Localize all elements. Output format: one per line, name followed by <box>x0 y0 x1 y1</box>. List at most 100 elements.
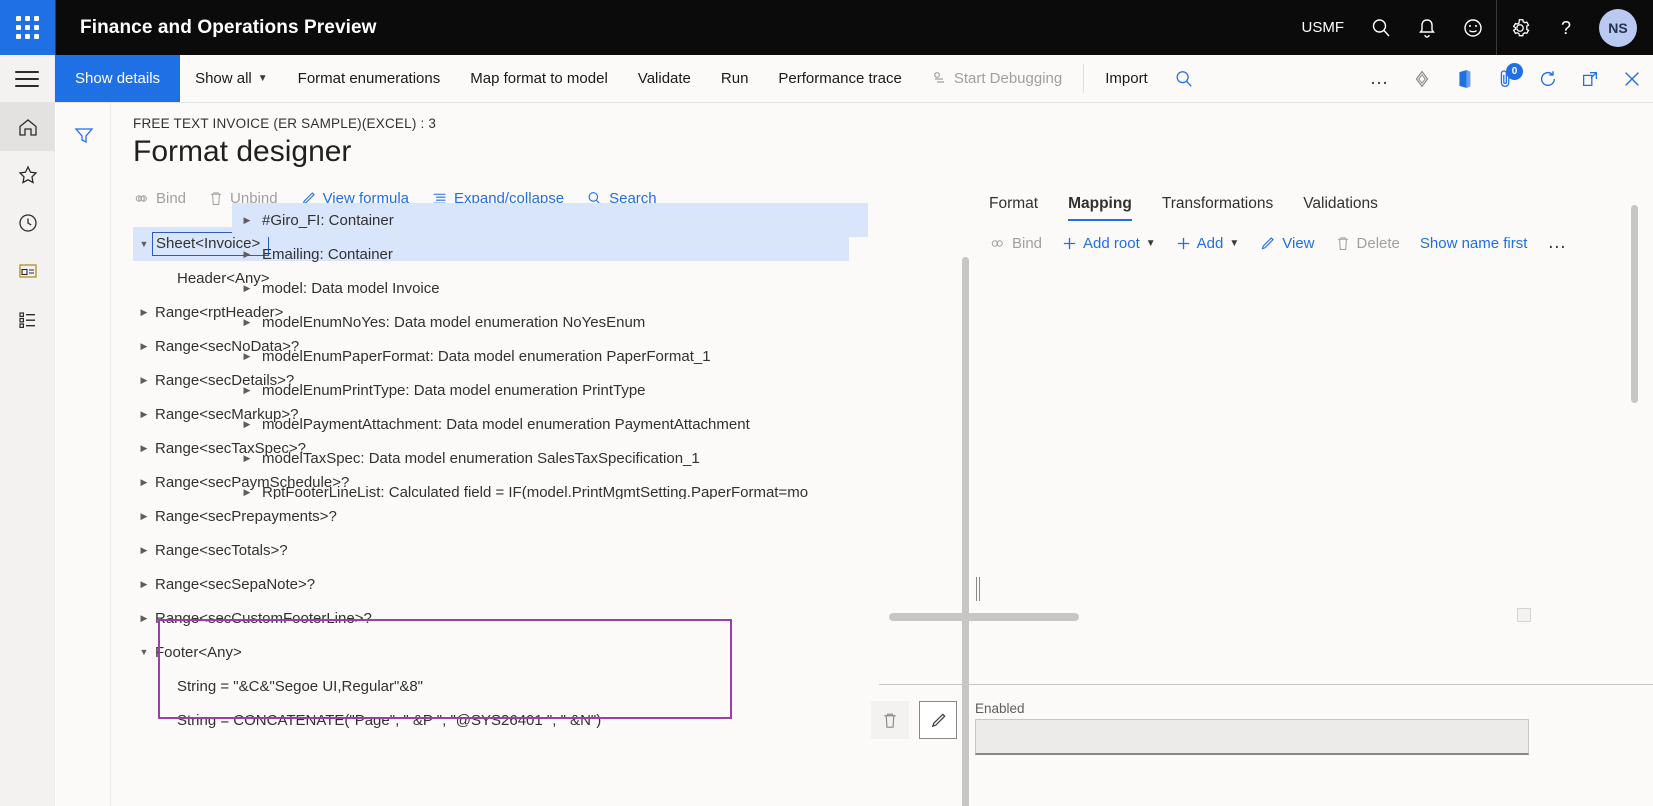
mapping-data-sources-list[interactable]: ▶ #Giro_FI: Container ▶ Emailing: Contai… <box>232 203 868 499</box>
chevron-down-icon: ▼ <box>1145 237 1156 249</box>
open-in-new-window-icon[interactable] <box>1569 55 1611 102</box>
mapping-bind-label: Bind <box>1012 234 1043 252</box>
notifications-bell-icon[interactable] <box>1404 0 1450 55</box>
show-name-first-button[interactable]: Show name first <box>1420 235 1528 252</box>
chevron-collapsed-icon[interactable]: ▶ <box>133 409 155 420</box>
tree-row[interactable]: String = CONCATENATE("Page", " &P ", "@S… <box>133 703 849 737</box>
edit-pencil-icon[interactable] <box>919 701 957 739</box>
navigation-menu-icon[interactable] <box>0 55 55 102</box>
scrollbar-thumb[interactable] <box>889 613 1079 621</box>
office-app-icon[interactable] <box>1443 55 1485 102</box>
chevron-collapsed-icon[interactable]: ▶ <box>133 545 155 556</box>
chevron-collapsed-icon[interactable]: ▶ <box>133 443 155 454</box>
view-button[interactable]: View <box>1259 235 1315 252</box>
add-button[interactable]: Add ▼ <box>1176 234 1239 252</box>
trash-icon <box>1337 236 1348 250</box>
mapping-overflow-menu-icon[interactable]: … <box>1547 232 1568 254</box>
hamburger-bars <box>15 66 39 92</box>
overflow-menu-icon[interactable]: … <box>1359 55 1401 102</box>
list-item[interactable]: ▶ model: Data model Invoice <box>232 271 868 305</box>
list-item[interactable]: ▶ modelTaxSpec: Data model enumeration S… <box>232 441 868 475</box>
list-item[interactable]: ▶ #Giro_FI: Container <box>232 203 868 237</box>
page-content: FREE TEXT INVOICE (ER SAMPLE)(EXCEL) : 3… <box>111 103 1653 806</box>
mapping-tabs: Format Mapping Transformations Validatio… <box>876 177 1653 221</box>
enabled-field[interactable] <box>975 719 1529 755</box>
settings-gear-icon[interactable] <box>1497 0 1543 55</box>
tree-row[interactable]: ▶ Range<secTotals>? <box>133 533 849 567</box>
chevron-collapsed-icon[interactable]: ▶ <box>133 375 155 386</box>
avatar[interactable]: NS <box>1599 8 1637 47</box>
scrollbar-thumb[interactable] <box>1631 205 1638 403</box>
chevron-collapsed-icon[interactable]: ▶ <box>232 283 262 294</box>
list-item-label: RptFooterLineList: Calculated field = IF… <box>262 483 809 500</box>
list-item[interactable]: ▶ RptFooterLineList: Calculated field = … <box>232 475 868 500</box>
tree-row[interactable]: ▶ Range<secSepaNote>? <box>133 567 849 601</box>
cmd-run[interactable]: Run <box>706 55 764 102</box>
delete-label: Delete <box>1356 234 1400 252</box>
mapping-toolbar: Bind Add root ▼ Add ▼ View Delete Show n… <box>876 221 1653 265</box>
favorites-star-icon[interactable] <box>0 151 55 199</box>
tab-validations[interactable]: Validations <box>1303 195 1378 221</box>
cmd-map-format-to-model[interactable]: Map format to model <box>455 55 623 102</box>
tree-row[interactable]: ▶ Range<secPrepayments>? <box>133 499 849 533</box>
company-label[interactable]: USMF <box>1288 19 1359 36</box>
chevron-collapsed-icon[interactable]: ▶ <box>232 419 262 430</box>
list-item[interactable]: ▶ Emailing: Container <box>232 237 868 271</box>
tree-row[interactable]: ▼ Footer<Any> <box>133 635 849 669</box>
chevron-collapsed-icon[interactable]: ▶ <box>232 385 262 396</box>
chevron-collapsed-icon[interactable]: ▶ <box>232 317 262 328</box>
mapping-list-vertical-scrollbar[interactable] <box>1631 205 1638 505</box>
tab-transformations[interactable]: Transformations <box>1162 195 1273 221</box>
chevron-collapsed-icon[interactable]: ▶ <box>133 511 155 522</box>
list-item[interactable]: ▶ modelEnumNoYes: Data model enumeration… <box>232 305 868 339</box>
help-question-icon[interactable]: ? <box>1543 0 1589 55</box>
tree-row[interactable]: String = "&C&"Segoe UI,Regular"&8" <box>133 669 849 703</box>
enabled-field-label: Enabled <box>975 701 1025 716</box>
feedback-smiley-icon[interactable] <box>1450 0 1496 55</box>
cmd-import[interactable]: Import <box>1090 55 1163 102</box>
search-icon[interactable] <box>1163 55 1205 102</box>
refresh-icon[interactable] <box>1527 55 1569 102</box>
trash-icon[interactable] <box>871 701 909 739</box>
chevron-collapsed-icon[interactable]: ▶ <box>133 477 155 488</box>
chevron-collapsed-icon[interactable]: ▶ <box>232 215 262 226</box>
left-navigation-rail <box>0 103 55 806</box>
workspaces-icon[interactable] <box>0 247 55 295</box>
plus-icon <box>1063 237 1076 249</box>
recent-clock-icon[interactable] <box>0 199 55 247</box>
attachments-icon[interactable]: 0 <box>1485 55 1527 102</box>
search-icon[interactable] <box>1358 0 1404 55</box>
close-icon[interactable] <box>1611 55 1653 102</box>
cmd-performance-trace[interactable]: Performance trace <box>763 55 916 102</box>
show-details-button[interactable]: Show details <box>55 55 181 102</box>
chevron-collapsed-icon[interactable]: ▶ <box>133 579 155 590</box>
app-launcher-icon[interactable] <box>0 0 55 55</box>
chevron-collapsed-icon[interactable]: ▶ <box>232 453 262 464</box>
list-item[interactable]: ▶ modelEnumPrintType: Data model enumera… <box>232 373 868 407</box>
tree-row[interactable]: ▶ Range<secCustomFooterLine>? <box>133 601 849 635</box>
chevron-expanded-icon[interactable]: ▼ <box>133 647 155 657</box>
filter-funnel-icon[interactable] <box>56 115 111 155</box>
add-root-button[interactable]: Add root ▼ <box>1062 235 1156 252</box>
home-icon[interactable] <box>0 103 55 151</box>
tab-mapping[interactable]: Mapping <box>1068 195 1132 221</box>
chevron-collapsed-icon[interactable]: ▶ <box>232 351 262 362</box>
add-label: Add <box>1196 234 1224 252</box>
mapping-bind-button: Bind <box>989 235 1042 252</box>
cmd-show-all[interactable]: Show all ▼ <box>180 55 283 102</box>
chevron-collapsed-icon[interactable]: ▶ <box>133 613 155 624</box>
cmd-format-enumerations[interactable]: Format enumerations <box>283 55 456 102</box>
tab-format[interactable]: Format <box>989 195 1038 221</box>
mapping-list-horizontal-scrollbar[interactable] <box>889 613 1525 621</box>
list-item[interactable]: ▶ modelPaymentAttachment: Data model enu… <box>232 407 868 441</box>
list-item[interactable]: ▶ modelEnumPaperFormat: Data model enume… <box>232 339 868 373</box>
mapping-properties-controls: Enabled <box>871 701 1529 755</box>
chevron-collapsed-icon[interactable]: ▶ <box>232 487 262 498</box>
cmd-validate[interactable]: Validate <box>623 55 706 102</box>
chevron-collapsed-icon[interactable]: ▶ <box>133 307 155 318</box>
chevron-collapsed-icon[interactable]: ▶ <box>232 249 262 260</box>
modules-list-icon[interactable] <box>0 295 55 343</box>
chevron-collapsed-icon[interactable]: ▶ <box>133 341 155 352</box>
personalize-diamond-icon[interactable] <box>1401 55 1443 102</box>
debug-icon <box>933 71 944 83</box>
